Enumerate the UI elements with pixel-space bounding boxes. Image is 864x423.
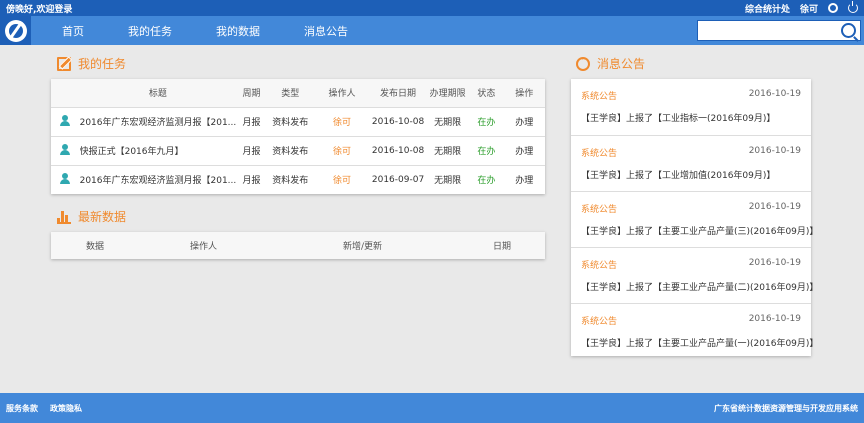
- chat-icon: [576, 55, 590, 71]
- notice-text[interactable]: 【王学良】上报了【工业增加值(2016年09月)】: [581, 168, 801, 181]
- col-period: 周期: [236, 79, 267, 107]
- latest-title: 最新数据: [78, 210, 127, 224]
- greeting-text: 傍晚好,欢迎登录: [6, 4, 73, 15]
- task-title[interactable]: 2016年广东宏观经济监测月报【201...: [79, 106, 237, 136]
- col-operator: 操作人: [313, 79, 371, 107]
- search-input[interactable]: [698, 21, 838, 40]
- task-title[interactable]: 快报正式【2016年九月】: [79, 135, 237, 165]
- latest-table-header: 数据 操作人 新增/更新 日期: [51, 232, 545, 259]
- power-icon[interactable]: [848, 1, 858, 13]
- notice-date: 2016-10-19: [748, 146, 801, 156]
- task-action-button[interactable]: 办理: [503, 106, 545, 136]
- notice-text[interactable]: 【王学良】上报了【工业指标一(2016年09月)】: [581, 111, 801, 124]
- task-operator: 徐可: [313, 135, 371, 165]
- nav-my-tasks[interactable]: 我的任务: [128, 23, 172, 39]
- task-title[interactable]: 2016年广东宏观经济监测月报【201...: [79, 164, 237, 194]
- col-date: 日期: [493, 242, 512, 252]
- notices-header: 消息公告: [576, 55, 645, 72]
- list-item[interactable]: 系统公告 2016-10-19 【王学良】上报了【主要工业产品产量(一)(201…: [571, 303, 818, 359]
- task-status: 在办: [469, 164, 504, 194]
- tasks-table: 标题 周期 类型 操作人 发布日期 办理期限 状态 操作 2016年广东宏观经济…: [51, 79, 545, 194]
- task-date: 2016-10-08: [370, 106, 426, 136]
- logo[interactable]: [0, 16, 31, 45]
- table-row: 快报正式【2016年九月】 月报 资料发布 徐可 2016-10-08 无期限 …: [51, 135, 545, 165]
- task-date: 2016-10-08: [370, 135, 426, 165]
- task-type: 资料发布: [266, 164, 314, 194]
- list-item[interactable]: 系统公告 2016-10-19 【王学良】上报了【工业增加值(2016年09月)…: [571, 135, 811, 191]
- department-label[interactable]: 综合统计处: [745, 2, 790, 15]
- task-operator: 徐可: [313, 106, 371, 136]
- task-type: 资料发布: [266, 135, 314, 165]
- main-nav: 首页 我的任务 我的数据 消息公告: [0, 16, 864, 45]
- task-action-button[interactable]: 办理: [503, 135, 545, 165]
- table-header-row: 标题 周期 类型 操作人 发布日期 办理期限 状态 操作: [51, 79, 545, 107]
- notice-text[interactable]: 【王学良】上报了【主要工业产品产量(一)(2016年09月)】: [581, 336, 818, 349]
- task-date: 2016-09-07: [370, 164, 426, 194]
- task-type: 资料发布: [266, 106, 314, 136]
- gear-icon[interactable]: [828, 3, 838, 13]
- system-name: 广东省统计数据资源管理与开发应用系统: [714, 403, 858, 413]
- search-box: [697, 20, 861, 41]
- task-operator: 徐可: [313, 164, 371, 194]
- search-icon[interactable]: [841, 23, 856, 38]
- nav-home[interactable]: 首页: [62, 23, 84, 39]
- task-deadline: 无期限: [425, 135, 470, 165]
- footer: 服务条款 政策隐私 广东省统计数据资源管理与开发应用系统: [0, 393, 864, 423]
- table-row: 2016年广东宏观经济监测月报【201... 月报 资料发布 徐可 2016-1…: [51, 106, 545, 136]
- task-period: 月报: [236, 135, 267, 165]
- notices-panel: 系统公告 2016-10-19 【王学良】上报了【工业指标一(2016年09月)…: [571, 79, 818, 359]
- col-title: 标题: [79, 79, 237, 107]
- nav-announcements[interactable]: 消息公告: [304, 23, 348, 39]
- terms-link[interactable]: 服务条款: [6, 403, 38, 414]
- task-period: 月报: [236, 164, 267, 194]
- tasks-panel: 标题 周期 类型 操作人 发布日期 办理期限 状态 操作 2016年广东宏观经济…: [51, 79, 545, 194]
- notice-date: 2016-10-19: [748, 258, 801, 268]
- table-row: 2016年广东宏观经济监测月报【201... 月报 资料发布 徐可 2016-0…: [51, 164, 545, 194]
- tasks-header: 我的任务: [57, 55, 126, 72]
- task-status: 在办: [469, 135, 504, 165]
- user-icon: [60, 114, 71, 126]
- user-name[interactable]: 徐可: [800, 2, 818, 15]
- list-item[interactable]: 系统公告 2016-10-19 【王学良】上报了【主要工业产品产量(二)(201…: [571, 247, 818, 303]
- list-item[interactable]: 系统公告 2016-10-19 【王学良】上报了【工业指标一(2016年09月)…: [571, 79, 811, 135]
- col-date: 发布日期: [370, 79, 426, 107]
- latest-header: 最新数据: [57, 208, 126, 225]
- col-type: 类型: [266, 79, 314, 107]
- col-new-update: 新增/更新: [343, 242, 383, 252]
- task-action-button[interactable]: 办理: [503, 164, 545, 194]
- col-status: 状态: [469, 79, 504, 107]
- tasks-title: 我的任务: [78, 57, 127, 71]
- notice-text[interactable]: 【王学良】上报了【主要工业产品产量(二)(2016年09月)】: [581, 280, 818, 293]
- col-action: 操作: [503, 79, 545, 107]
- notice-date: 2016-10-19: [748, 202, 801, 212]
- col-data: 数据: [86, 242, 105, 252]
- notice-text[interactable]: 【王学良】上报了【主要工业产品产量(三)(2016年09月)】: [581, 224, 818, 237]
- task-deadline: 无期限: [425, 106, 470, 136]
- bar-chart-icon: [57, 210, 71, 224]
- notice-date: 2016-10-19: [748, 314, 801, 324]
- user-icon: [60, 143, 71, 155]
- list-item[interactable]: 系统公告 2016-10-19 【王学良】上报了【主要工业产品产量(三)(201…: [571, 191, 818, 247]
- nav-my-data[interactable]: 我的数据: [216, 23, 260, 39]
- top-bar: 傍晚好,欢迎登录 综合统计处 徐可: [0, 0, 864, 16]
- notices-title: 消息公告: [597, 57, 646, 71]
- task-period: 月报: [236, 106, 267, 136]
- edit-icon: [57, 56, 71, 71]
- col-deadline: 办理期限: [425, 79, 470, 107]
- privacy-link[interactable]: 政策隐私: [50, 403, 82, 414]
- notice-date: 2016-10-19: [748, 89, 801, 99]
- task-status: 在办: [469, 106, 504, 136]
- logo-icon: [4, 19, 27, 42]
- user-area: 综合统计处 徐可: [745, 1, 858, 15]
- task-deadline: 无期限: [425, 164, 470, 194]
- col-operator: 操作人: [190, 242, 218, 252]
- user-icon: [60, 172, 71, 184]
